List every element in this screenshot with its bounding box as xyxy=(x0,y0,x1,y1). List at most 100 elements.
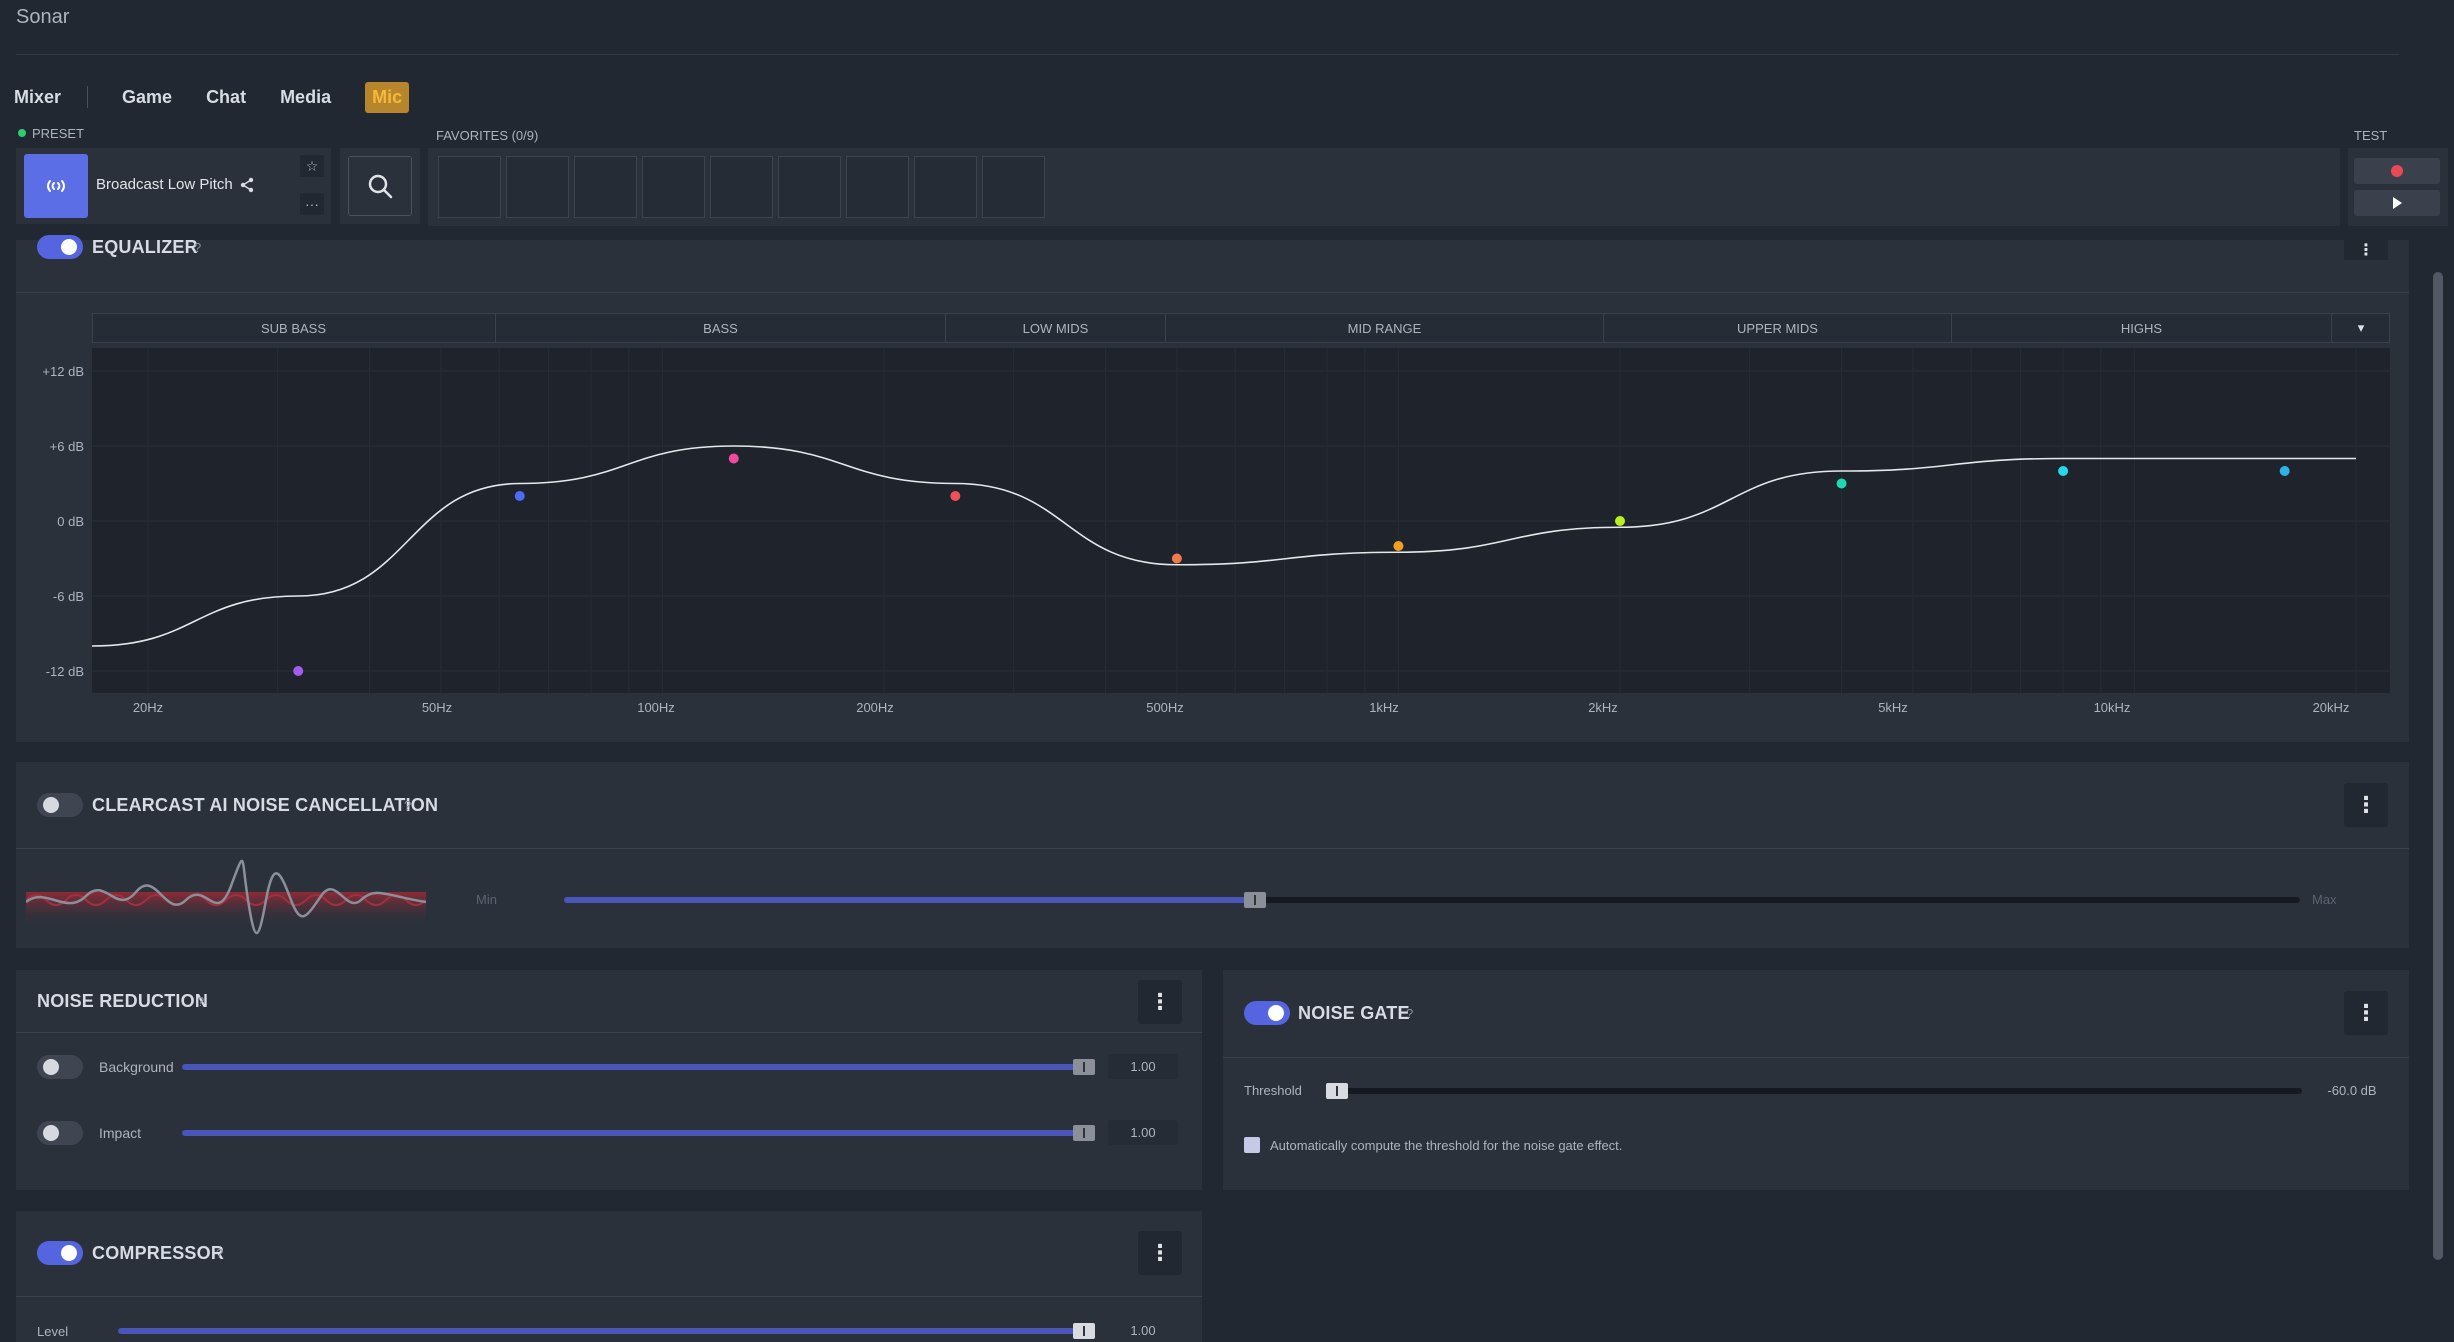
compressor-title: COMPRESSOR xyxy=(92,1243,225,1263)
clearcast-menu-button[interactable]: ⋮ xyxy=(2344,783,2388,827)
preset-wave-icon xyxy=(24,154,88,218)
threshold-slider-handle[interactable] xyxy=(1326,1083,1348,1099)
band-low-mids[interactable]: LOW MIDS xyxy=(946,313,1166,343)
threshold-value[interactable]: -60.0 dB xyxy=(2310,1078,2394,1103)
main-tabs: Mixer Game Chat Media Mic xyxy=(14,80,443,114)
clearcast-title: CLEARCAST AI NOISE CANCELLATION xyxy=(92,795,439,815)
favorite-slot[interactable] xyxy=(982,156,1045,218)
freq-label: 5kHz xyxy=(1878,700,1908,715)
eq-plot[interactable] xyxy=(92,348,2390,693)
scrollbar[interactable] xyxy=(2433,272,2443,1260)
tab-mixer[interactable]: Mixer xyxy=(14,87,61,108)
compressor-divider xyxy=(16,1296,1202,1297)
search-icon xyxy=(368,174,393,199)
eq-band-point[interactable] xyxy=(514,491,525,501)
equalizer-help-icon[interactable]: ? xyxy=(194,240,201,255)
eq-band-point[interactable] xyxy=(1393,541,1404,551)
eq-band-point[interactable] xyxy=(1615,516,1625,526)
eq-band-point[interactable] xyxy=(293,666,304,676)
star-icon: ☆ xyxy=(305,157,319,174)
favorite-preset-button[interactable]: ☆ xyxy=(300,155,324,177)
equalizer-toggle[interactable] xyxy=(37,235,83,259)
band-sub-bass[interactable]: SUB BASS xyxy=(92,313,496,343)
equalizer-title: EQUALIZER xyxy=(92,237,198,257)
auto-threshold-checkbox[interactable] xyxy=(1244,1137,1260,1153)
clearcast-min-label: Min xyxy=(476,892,497,907)
freq-label: 200Hz xyxy=(856,700,894,715)
favorite-slot[interactable] xyxy=(642,156,705,218)
clearcast-max-label: Max xyxy=(2312,892,2337,907)
impact-toggle[interactable] xyxy=(37,1121,83,1145)
noise-gate-menu-button[interactable]: ⋮ xyxy=(2344,991,2388,1035)
compressor-toggle[interactable] xyxy=(37,1241,83,1265)
eq-band-point[interactable] xyxy=(728,453,739,464)
db-label: 0 dB xyxy=(57,514,84,529)
eq-band-point[interactable] xyxy=(2058,466,2069,476)
noise-reduction-menu-button[interactable]: ⋮ xyxy=(1138,980,1182,1024)
equalizer-divider xyxy=(16,292,2409,293)
preset-name[interactable]: Broadcast Low Pitch xyxy=(96,176,233,193)
favorite-slot[interactable] xyxy=(914,156,977,218)
clearcast-divider xyxy=(16,848,2409,849)
clearcast-slider-handle[interactable] xyxy=(1244,892,1266,908)
tab-media[interactable]: Media xyxy=(280,87,331,108)
app-title: Sonar xyxy=(16,6,70,28)
freq-label: 500Hz xyxy=(1146,700,1184,715)
favorites-label: FAVORITES (0/9) xyxy=(436,128,539,143)
auto-threshold-label: Automatically compute the threshold for … xyxy=(1270,1138,1623,1153)
threshold-slider-track[interactable] xyxy=(1326,1088,2302,1094)
favorite-slot[interactable] xyxy=(846,156,909,218)
compressor-menu-button[interactable]: ⋮ xyxy=(1138,1231,1182,1275)
tab-game[interactable]: Game xyxy=(122,87,172,108)
tab-mic[interactable]: Mic xyxy=(365,81,410,113)
equalizer-menu-button[interactable]: ⋮ xyxy=(2344,240,2388,260)
band-mid-range[interactable]: MID RANGE xyxy=(1166,313,1604,343)
background-value[interactable]: 1.00 xyxy=(1108,1054,1178,1079)
noise-reduction-title: NOISE REDUCTION xyxy=(37,991,209,1011)
background-slider-handle[interactable] xyxy=(1073,1059,1095,1075)
record-button[interactable] xyxy=(2354,158,2440,184)
share-icon[interactable] xyxy=(238,176,256,194)
level-label: Level xyxy=(37,1324,69,1339)
play-button[interactable] xyxy=(2354,190,2440,216)
impact-label: Impact xyxy=(99,1125,142,1141)
level-slider-fill xyxy=(118,1328,1082,1334)
band-upper-mids[interactable]: UPPER MIDS xyxy=(1604,313,1952,343)
preset-more-button[interactable]: ··· xyxy=(300,193,324,215)
impact-slider-handle[interactable] xyxy=(1073,1125,1095,1141)
db-label: -6 dB xyxy=(52,589,84,604)
tab-chat[interactable]: Chat xyxy=(206,87,246,108)
level-value[interactable]: 1.00 xyxy=(1108,1318,1178,1342)
bands-dropdown-button[interactable]: ▾ xyxy=(2332,313,2390,343)
clearcast-toggle[interactable] xyxy=(37,793,83,817)
eq-band-point[interactable] xyxy=(1836,478,1847,489)
band-bass[interactable]: BASS xyxy=(496,313,946,343)
freq-label: 20Hz xyxy=(132,700,164,715)
freq-label: 1kHz xyxy=(1369,700,1399,715)
favorite-slot[interactable] xyxy=(574,156,637,218)
favorite-slot[interactable] xyxy=(438,156,501,218)
clearcast-waveform xyxy=(25,856,427,944)
eq-band-point[interactable] xyxy=(950,491,961,501)
eq-band-point[interactable] xyxy=(2279,466,2290,476)
noise-gate-help-icon[interactable]: ? xyxy=(1406,1006,1413,1021)
favorite-slot[interactable] xyxy=(506,156,569,218)
test-label: TEST xyxy=(2354,128,2388,143)
background-toggle[interactable] xyxy=(37,1055,83,1079)
db-label: +6 dB xyxy=(49,439,84,454)
tab-separator xyxy=(87,86,89,108)
compressor-help-icon[interactable]: ? xyxy=(216,1246,223,1261)
band-highs[interactable]: HIGHS xyxy=(1952,313,2332,343)
noise-gate-toggle[interactable] xyxy=(1244,1001,1290,1025)
noise-reduction-help-icon[interactable]: ? xyxy=(197,994,204,1009)
noise-gate-divider xyxy=(1223,1057,2409,1058)
favorite-slot[interactable] xyxy=(778,156,841,218)
eq-band-point[interactable] xyxy=(1171,553,1182,564)
impact-value[interactable]: 1.00 xyxy=(1108,1120,1178,1145)
freq-label: 50Hz xyxy=(421,700,453,715)
favorite-slot[interactable] xyxy=(710,156,773,218)
noise-gate-title: NOISE GATE xyxy=(1298,1003,1410,1023)
level-slider-handle[interactable] xyxy=(1073,1323,1095,1339)
search-button[interactable] xyxy=(348,156,412,216)
clearcast-help-icon[interactable]: ? xyxy=(404,798,411,813)
